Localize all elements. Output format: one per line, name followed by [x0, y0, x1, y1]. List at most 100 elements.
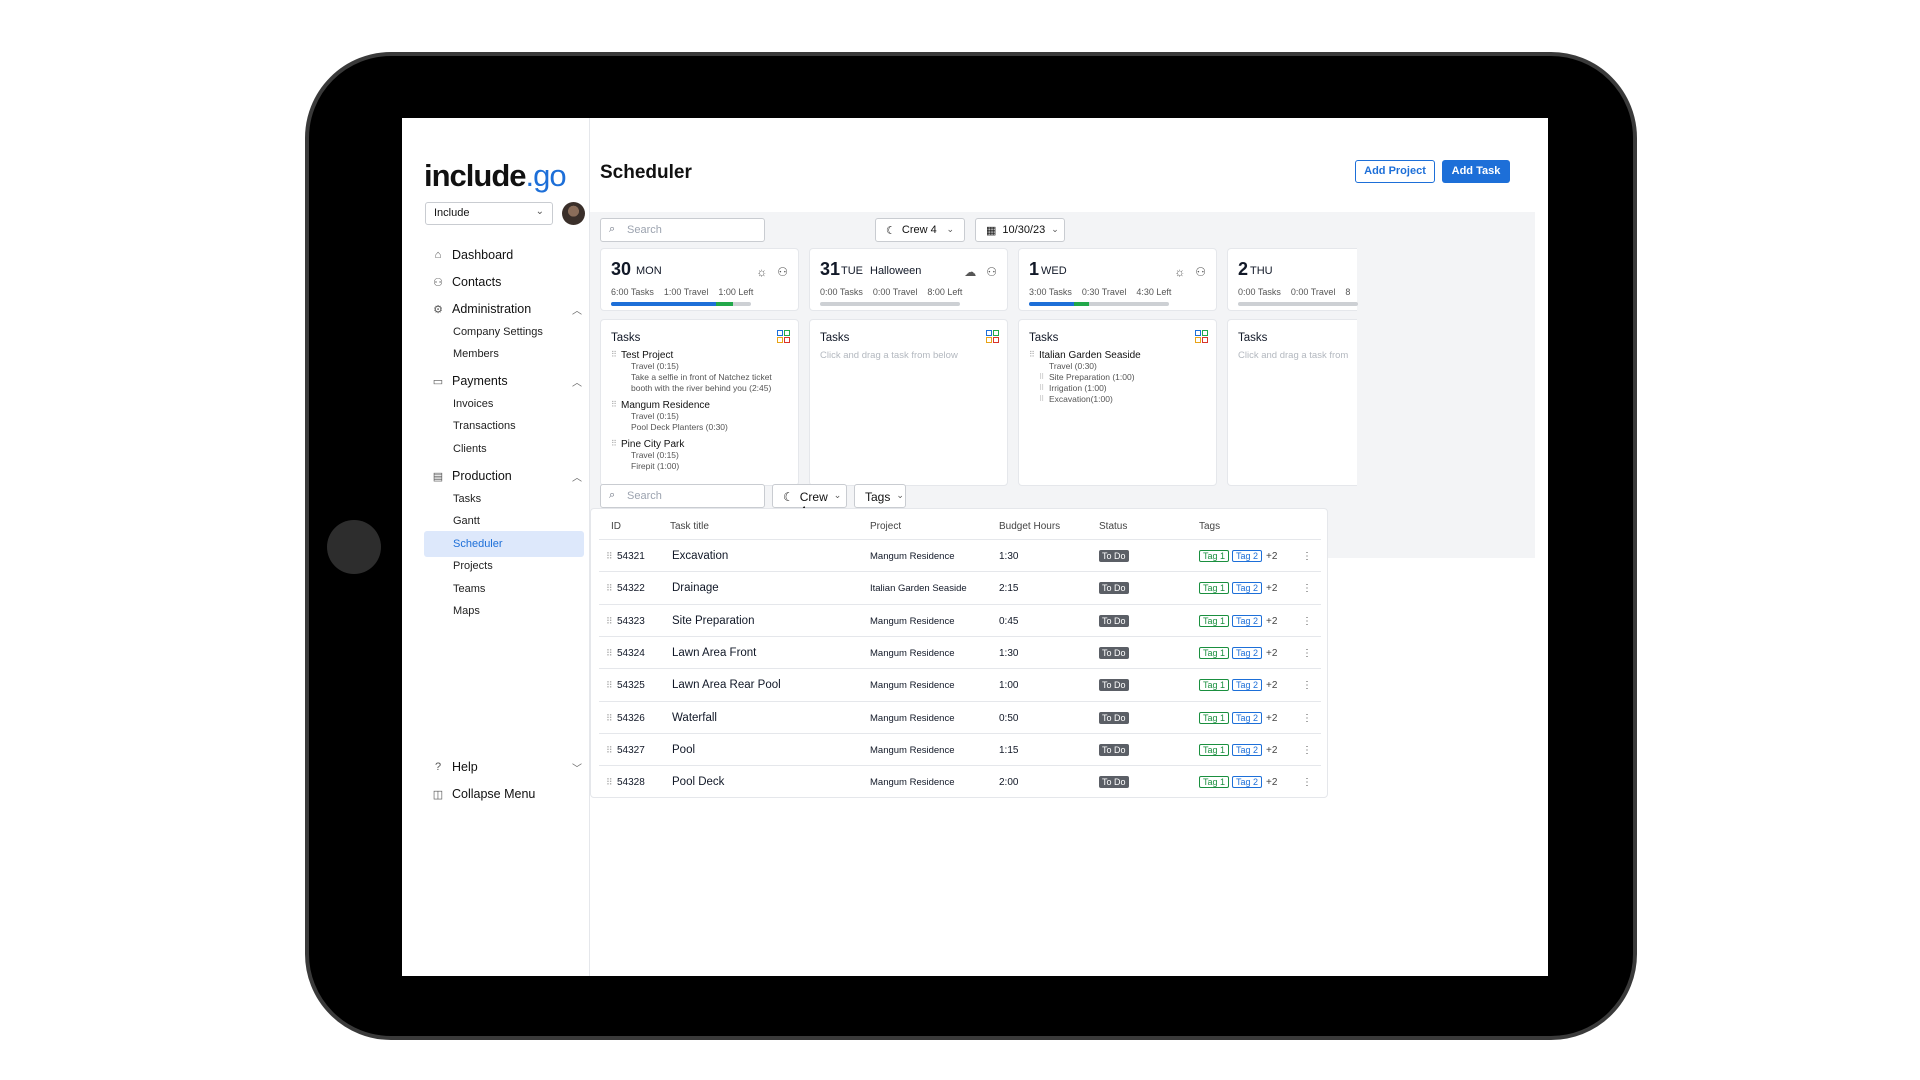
day-card-wed[interactable]: 1 WED ☼ ⚇ 3:00 Tasks 0:30 Travel 4:30 Left: [1018, 248, 1217, 311]
add-task-button[interactable]: Add Task: [1442, 160, 1510, 183]
scheduler-date-select[interactable]: ▦ 10/30/23 ⌄: [975, 218, 1065, 242]
table-row[interactable]: ⠿ 54328 Pool Deck Mangum Residence 2:00 To Do…: [599, 765, 1321, 797]
kebab-menu-icon[interactable]: ⋮: [1302, 648, 1312, 659]
drag-handle-icon[interactable]: ⠿: [606, 713, 613, 724]
table-row[interactable]: ⠿ 54321 Excavation Mangum Residence 1:30 To D…: [599, 539, 1321, 571]
nav-clients[interactable]: Clients: [453, 443, 487, 455]
nav-scheduler[interactable]: Scheduler: [453, 538, 503, 550]
home-button[interactable]: [327, 520, 381, 574]
tag-badge[interactable]: Tag 1: [1199, 550, 1230, 562]
nav-production[interactable]: ▤ Production ︿: [432, 469, 582, 484]
kebab-menu-icon[interactable]: ⋮: [1302, 616, 1312, 627]
more-tags-count[interactable]: +2: [1266, 745, 1277, 756]
nav-collapse-menu[interactable]: ◫ Collapse Menu: [432, 787, 536, 801]
drag-handle-icon[interactable]: ⠿: [606, 745, 613, 756]
drag-handle-icon[interactable]: ⠿: [606, 648, 613, 659]
day-card-tue[interactable]: 31 TUE Halloween ☁ ⚇ 0:00 Tasks 0:00 Trave…: [809, 248, 1008, 311]
status-badge[interactable]: To Do: [1099, 614, 1129, 627]
tag-badge[interactable]: Tag 2: [1232, 582, 1263, 595]
day-card-mon[interactable]: 30 MON ☼ ⚇ 6:00 Tasks 1:00 Travel 1:00 Left: [600, 248, 799, 311]
drag-handle-icon[interactable]: ⠿: [606, 680, 613, 691]
kebab-menu-icon[interactable]: ⋮: [1302, 680, 1312, 691]
table-row[interactable]: ⠿ 54326 Waterfall Mangum Residence 0:50 To Do…: [599, 700, 1321, 733]
tag-badge[interactable]: Tag 1: [1199, 646, 1230, 659]
task-project[interactable]: Test Project: [611, 350, 791, 361]
tag-badge[interactable]: Tag 1: [1199, 614, 1230, 627]
status-badge[interactable]: To Do: [1099, 550, 1129, 562]
status-badge[interactable]: To Do: [1099, 646, 1129, 659]
tag-badge[interactable]: Tag 2: [1232, 550, 1263, 562]
status-badge[interactable]: To Do: [1099, 711, 1129, 724]
task-card-mon[interactable]: Tasks Test Project Travel (0:15) Take a …: [600, 319, 799, 486]
kebab-menu-icon[interactable]: ⋮: [1302, 745, 1312, 756]
tag-badge[interactable]: Tag 2: [1232, 743, 1263, 756]
nav-projects[interactable]: Projects: [453, 560, 493, 572]
task-project[interactable]: Pine City Park: [611, 439, 791, 450]
task-project[interactable]: Italian Garden Seaside: [1029, 350, 1209, 361]
task-title[interactable]: Waterfall: [672, 712, 717, 724]
status-badge[interactable]: To Do: [1099, 679, 1129, 692]
avatar[interactable]: [562, 202, 585, 225]
table-row[interactable]: ⠿ 54327 Pool Mangum Residence 1:15 To Do Tag 1…: [599, 732, 1321, 765]
nav-invoices[interactable]: Invoices: [453, 398, 493, 410]
logo[interactable]: include.go: [424, 158, 567, 194]
status-badge[interactable]: To Do: [1099, 743, 1129, 756]
drag-handle-icon[interactable]: ⠿: [606, 583, 613, 594]
nav-maps[interactable]: Maps: [453, 605, 480, 617]
task-card-thu[interactable]: Tasks Click and drag a task from: [1227, 319, 1357, 486]
more-tags-count[interactable]: +2: [1266, 551, 1277, 562]
task-title[interactable]: Lawn Area Front: [672, 647, 756, 659]
nav-tasks[interactable]: Tasks: [453, 493, 481, 505]
tag-badge[interactable]: Tag 1: [1199, 582, 1230, 595]
task-title[interactable]: Drainage: [672, 582, 719, 594]
more-tags-count[interactable]: +2: [1266, 648, 1277, 659]
task-project[interactable]: Mangum Residence: [611, 400, 791, 411]
table-row[interactable]: ⠿ 54324 Lawn Area Front Mangum Residence 1:3…: [599, 635, 1321, 668]
task-title[interactable]: Pool: [672, 744, 695, 756]
more-tags-count[interactable]: +2: [1266, 583, 1277, 594]
more-tags-count[interactable]: +2: [1266, 777, 1277, 788]
org-select[interactable]: Include ⌄: [425, 202, 553, 225]
task-title[interactable]: Pool Deck: [672, 776, 724, 788]
kebab-menu-icon[interactable]: ⋮: [1302, 777, 1312, 788]
task-card-tue[interactable]: Tasks Click and drag a task from below: [809, 319, 1008, 486]
status-badge[interactable]: To Do: [1099, 582, 1129, 595]
drag-handle-icon[interactable]: ⠿: [606, 777, 613, 788]
kebab-menu-icon[interactable]: ⋮: [1302, 713, 1312, 724]
nav-administration[interactable]: ⚙ Administration ︿: [432, 302, 582, 317]
tag-badge[interactable]: Tag 2: [1232, 776, 1263, 789]
table-row[interactable]: ⠿ 54322 Drainage Italian Garden Seaside 2:15…: [599, 571, 1321, 603]
scheduler-search-input[interactable]: ⌕ Search: [600, 218, 765, 242]
task-card-wed[interactable]: Tasks Italian Garden Seaside Travel (0:3…: [1018, 319, 1217, 486]
task-tags-select[interactable]: Tags ⌄: [854, 484, 906, 508]
more-tags-count[interactable]: +2: [1266, 713, 1277, 724]
tag-badge[interactable]: Tag 2: [1232, 679, 1263, 692]
nav-payments[interactable]: ▭ Payments ︿: [432, 374, 582, 389]
drag-handle-icon[interactable]: ⠿: [606, 616, 613, 627]
nav-help[interactable]: ? Help ﹀: [432, 760, 582, 775]
add-project-button[interactable]: Add Project: [1355, 160, 1435, 183]
nav-teams[interactable]: Teams: [453, 583, 485, 595]
nav-members[interactable]: Members: [453, 348, 499, 360]
grid-icon[interactable]: [1195, 330, 1208, 343]
tag-badge[interactable]: Tag 1: [1199, 711, 1230, 724]
nav-gantt[interactable]: Gantt: [453, 515, 480, 527]
nav-company-settings[interactable]: Company Settings: [453, 326, 543, 338]
crew-icon[interactable]: ⚇: [986, 265, 997, 279]
status-badge[interactable]: To Do: [1099, 776, 1129, 789]
nav-transactions[interactable]: Transactions: [453, 420, 516, 432]
task-title[interactable]: Site Preparation: [672, 615, 754, 627]
tag-badge[interactable]: Tag 2: [1232, 711, 1263, 724]
task-search-input[interactable]: ⌕ Search: [600, 484, 765, 508]
crew-icon[interactable]: ⚇: [777, 265, 788, 279]
more-tags-count[interactable]: +2: [1266, 680, 1277, 691]
kebab-menu-icon[interactable]: ⋮: [1302, 551, 1312, 562]
grid-icon[interactable]: [777, 330, 790, 343]
task-title[interactable]: Lawn Area Rear Pool: [672, 679, 781, 691]
nav-dashboard[interactable]: ⌂ Dashboard: [432, 248, 513, 262]
scheduler-crew-select[interactable]: ☾ Crew 4 ⌄: [875, 218, 965, 242]
tag-badge[interactable]: Tag 2: [1232, 614, 1263, 627]
tag-badge[interactable]: Tag 2: [1232, 646, 1263, 659]
drag-handle-icon[interactable]: ⠿: [606, 551, 613, 562]
table-row[interactable]: ⠿ 54325 Lawn Area Rear Pool Mangum Residenc…: [599, 668, 1321, 700]
